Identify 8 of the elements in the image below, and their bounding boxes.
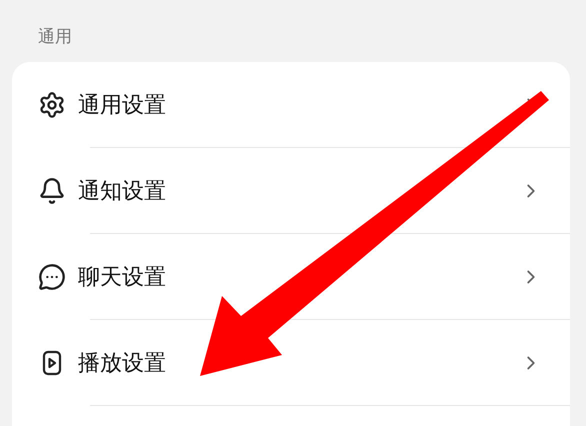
settings-icon: [38, 91, 66, 119]
section-title: 通用: [37, 26, 73, 49]
settings-item[interactable]: 通知设置: [78, 176, 520, 206]
settings-item[interactable]: 通用设置: [78, 90, 520, 120]
chat-bubble-icon: [38, 263, 66, 291]
settings-item[interactable]: 聊天设置: [78, 262, 520, 292]
bell-icon: [38, 177, 66, 205]
settings-item[interactable]: 播放设置: [78, 348, 520, 378]
